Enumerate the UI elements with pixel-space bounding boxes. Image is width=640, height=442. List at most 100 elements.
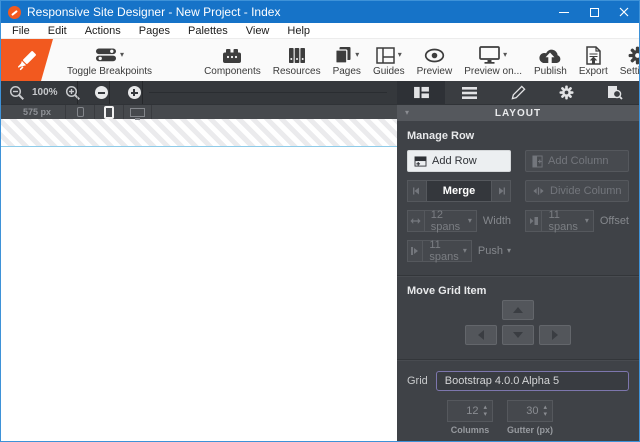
add-column-button[interactable]: Add Column: [525, 150, 629, 172]
decrease-breakpoint-button[interactable]: [95, 86, 108, 99]
preview-on-caret-icon[interactable]: ▾: [503, 51, 507, 59]
panel-collapse-icon[interactable]: ▾: [405, 109, 409, 117]
settings-label: Settings: [620, 67, 640, 77]
move-grid-arrows: [407, 300, 629, 345]
preview-on-label: Preview on...: [464, 67, 522, 77]
zoom-in-icon[interactable]: [65, 85, 81, 101]
maximize-button[interactable]: [579, 1, 609, 23]
zoom-toolbar: 100%: [1, 81, 397, 104]
guides-caret-icon[interactable]: ▾: [398, 51, 402, 59]
toggle-breakpoints-caret-icon[interactable]: ▾: [120, 51, 124, 59]
menu-help[interactable]: Help: [278, 23, 319, 39]
columns-stepper[interactable]: 12 ▴ ▾: [447, 400, 493, 422]
width-spans-dropdown[interactable]: 12 spans ▾: [425, 210, 477, 232]
components-button[interactable]: Components: [198, 39, 267, 81]
minimize-button[interactable]: [549, 1, 579, 23]
workspace: 100% 575 px: [1, 81, 639, 441]
offset-spans-value: 11 spans: [548, 209, 584, 233]
gutter-stepper[interactable]: 30 ▴ ▾: [507, 400, 553, 422]
preview-button[interactable]: Preview: [411, 39, 459, 81]
separator: [77, 81, 78, 104]
menu-bar: File Edit Actions Pages Palettes View He…: [1, 23, 639, 39]
section-divider: [397, 359, 639, 360]
separator: [142, 81, 143, 104]
preview-on-button[interactable]: ▾ Preview on...: [458, 39, 528, 81]
push-spans-dropdown[interactable]: 11 spans ▾: [423, 240, 472, 262]
grid-preset-row: Grid Bootstrap 4.0.0 Alpha 5: [407, 371, 629, 391]
pages-button[interactable]: ▾ Pages: [327, 39, 367, 81]
divide-column-label: Divide Column: [550, 185, 622, 197]
menu-file[interactable]: File: [3, 23, 39, 39]
tab-elements[interactable]: [445, 81, 493, 104]
menu-pages[interactable]: Pages: [130, 23, 179, 39]
grid-steppers: 12 ▴ ▾ Columns 30 ▴: [447, 400, 629, 435]
menu-view[interactable]: View: [237, 23, 279, 39]
panel-header[interactable]: ▾ LAYOUT: [397, 104, 639, 121]
offset-label: Offset: [600, 215, 629, 227]
push-icon-box: [407, 240, 423, 262]
toggle-breakpoints-label: Toggle Breakpoints: [67, 67, 152, 77]
stepper-up-icon: ▴: [543, 405, 547, 411]
design-canvas[interactable]: [1, 147, 397, 441]
menu-palettes[interactable]: Palettes: [179, 23, 237, 39]
push-control: 11 spans ▾ Push ▾: [407, 240, 511, 262]
divide-column-icon: [532, 186, 545, 196]
pages-icon: [334, 46, 352, 64]
move-down-button[interactable]: [502, 325, 534, 345]
menu-edit[interactable]: Edit: [39, 23, 76, 39]
toolbar-right-group: Publish Export: [528, 39, 640, 81]
gutter-label: Gutter (px): [507, 425, 553, 435]
settings-gear-icon: [628, 46, 640, 65]
add-row-button[interactable]: Add Row: [407, 150, 511, 172]
tab-settings[interactable]: [542, 81, 590, 104]
gutter-stepper-arrows[interactable]: ▴ ▾: [543, 405, 547, 418]
grid-preset-dropdown[interactable]: Bootstrap 4.0.0 Alpha 5: [436, 371, 629, 391]
menu-actions[interactable]: Actions: [76, 23, 130, 39]
preview-label: Preview: [417, 67, 453, 77]
guides-label: Guides: [373, 67, 405, 77]
breakpoint-ruler-track[interactable]: [149, 92, 387, 93]
inspector-panel: ▾ LAYOUT Manage Row Add Row: [397, 81, 639, 441]
arrow-right-icon: [552, 330, 558, 340]
zoom-out-icon[interactable]: [9, 85, 25, 101]
push-label-text: Push: [478, 245, 503, 257]
stepper-down-icon: ▾: [543, 412, 547, 418]
columns-label: Columns: [451, 425, 490, 435]
stepper-down-icon: ▾: [483, 412, 487, 418]
publish-button[interactable]: Publish: [528, 39, 573, 81]
move-left-button[interactable]: [465, 325, 497, 345]
merge-button[interactable]: Merge: [427, 180, 491, 202]
push-label[interactable]: Push ▾: [478, 245, 511, 257]
tab-inspector[interactable]: [591, 81, 639, 104]
device-phone-button[interactable]: [94, 105, 123, 119]
guides-button[interactable]: ▾ Guides: [367, 39, 411, 81]
toggle-breakpoints-button[interactable]: ▾ Toggle Breakpoints: [61, 39, 158, 81]
export-button[interactable]: Export: [573, 39, 614, 81]
arrow-down-icon: [513, 332, 523, 338]
resources-button[interactable]: Resources: [267, 39, 327, 81]
inspector-tab-icon: [607, 85, 623, 101]
window-controls: [549, 1, 639, 23]
offset-spans-dropdown[interactable]: 11 spans ▾: [542, 210, 593, 232]
offset-dropdown-caret-icon: ▾: [585, 217, 589, 225]
tab-design[interactable]: [494, 81, 542, 104]
pages-caret-icon[interactable]: ▾: [355, 51, 359, 59]
width-arrows-icon: [410, 217, 421, 225]
divide-column-button[interactable]: Divide Column: [525, 180, 629, 202]
move-up-button[interactable]: [502, 300, 534, 320]
add-column-icon: [532, 155, 543, 168]
move-right-button[interactable]: [539, 325, 571, 345]
settings-button[interactable]: Settings: [614, 39, 640, 81]
device-desktop-button[interactable]: [123, 105, 152, 119]
app-logo[interactable]: [1, 39, 53, 81]
increase-breakpoint-button[interactable]: [128, 86, 141, 99]
merge-left-button[interactable]: [407, 180, 427, 202]
columns-stepper-arrows[interactable]: ▴ ▾: [483, 405, 487, 418]
tab-layout[interactable]: [397, 81, 445, 104]
panel-tab-bar: [397, 81, 639, 104]
merge-right-button[interactable]: [491, 180, 511, 202]
components-label: Components: [204, 67, 261, 77]
add-row-label: Add Row: [432, 155, 477, 167]
close-button[interactable]: [609, 1, 639, 23]
device-phone-small-button[interactable]: [65, 105, 94, 119]
